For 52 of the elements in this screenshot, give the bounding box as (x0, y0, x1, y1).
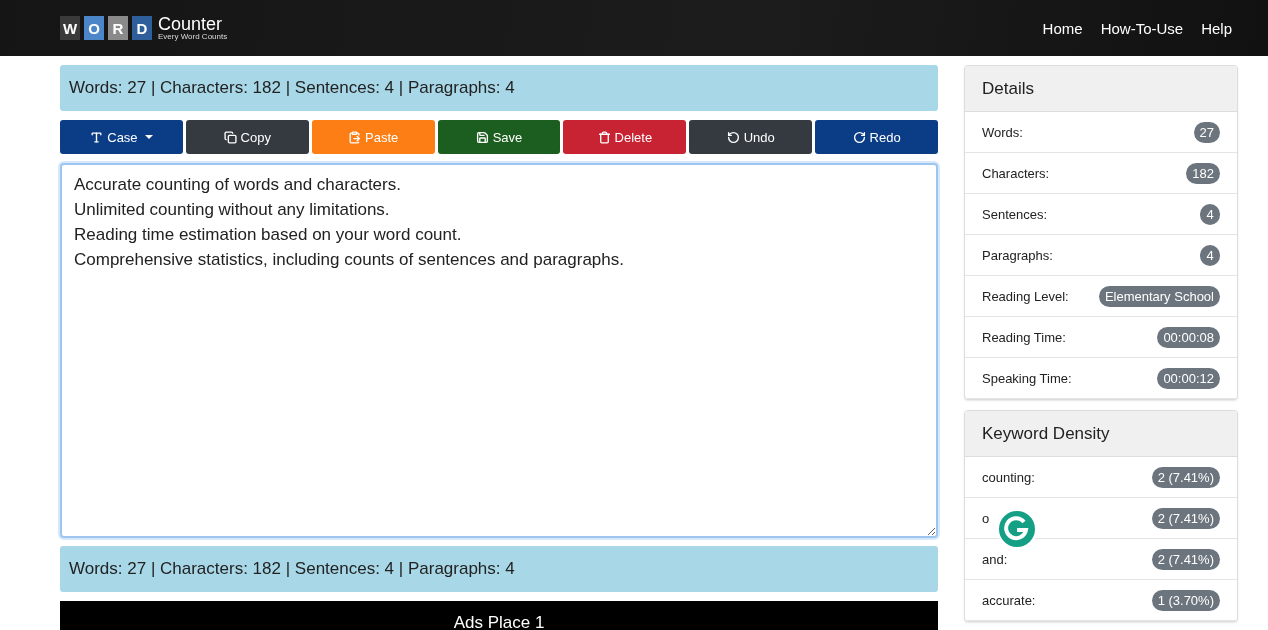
detail-label: Characters: (982, 165, 1050, 181)
redo-button[interactable]: Redo (815, 120, 938, 154)
undo-icon (726, 130, 740, 144)
copy-button[interactable]: Copy (185, 120, 309, 154)
detail-value: 00:00:12 (1157, 367, 1220, 389)
card-title: Keyword Density (965, 411, 1237, 457)
card-title: Details (965, 66, 1237, 112)
detail-value: 4 (1200, 244, 1220, 266)
delete-icon (597, 130, 611, 144)
detail-label: Speaking Time: (982, 370, 1072, 386)
detail-value: 182 (1186, 162, 1220, 184)
keyword-label: and: (982, 551, 1008, 567)
detail-label: Sentences: (982, 206, 1048, 222)
nav-link[interactable]: How-To-Use (1100, 19, 1184, 37)
case-icon (90, 130, 104, 144)
redo-icon (852, 130, 866, 144)
caret-icon (144, 135, 153, 139)
logo-letter: D (132, 16, 152, 40)
logo-letter: R (108, 16, 128, 40)
save-button[interactable]: Save (437, 120, 561, 154)
logo-letter: O (84, 16, 104, 40)
detail-value: 00:00:08 (1157, 326, 1220, 348)
nav-link[interactable]: Help (1201, 19, 1232, 37)
save-icon (475, 130, 489, 144)
paste-icon (348, 130, 361, 144)
detail-label: Reading Level: (982, 288, 1069, 304)
stats-bar: Words: 27 | Characters: 182 | Sentences: 4 | Paragraphs: 4 (60, 65, 938, 111)
detail-label: Words: (982, 124, 1023, 140)
keyword-value: 2 (7.41%) (1151, 466, 1220, 488)
ad-banner: Ads Place 1 (60, 601, 938, 630)
nav-link[interactable]: Home (1042, 19, 1083, 37)
logo-tagline: Every Word Counts (158, 33, 228, 41)
logo-letter: W (60, 16, 80, 40)
keyword-label: o (982, 510, 990, 526)
floating-badge-icon[interactable] (997, 510, 1037, 550)
keyword-label: counting: (982, 469, 1035, 485)
stats-bar: Words: 27 | Characters: 182 | Sentences: 4 | Paragraphs: 4 (60, 546, 938, 592)
keyword-label: accurate: (982, 592, 1036, 608)
copy-icon (223, 130, 237, 144)
detail-value: 4 (1200, 203, 1220, 225)
case-button[interactable]: Case (60, 120, 183, 154)
delete-button[interactable]: Delete (563, 120, 687, 154)
text-editor[interactable]: Accurate counting of words and characters. Unlimited counting without any limitations. Reading time estimation based on your word count. Comprehensive statistics, including counts of sentences and paragraphs. (60, 163, 938, 538)
detail-value: 27 (1193, 121, 1220, 143)
detail-value: Elementary School (1098, 285, 1220, 307)
keyword-value: 1 (3.70%) (1151, 589, 1220, 611)
logo-name: Counter (158, 15, 224, 33)
detail-label: Paragraphs: (982, 247, 1053, 263)
undo-button[interactable]: Undo (689, 120, 813, 154)
detail-label: Reading Time: (982, 329, 1066, 345)
keyword-value: 2 (7.41%) (1151, 548, 1220, 570)
keyword-value: 2 (7.41%) (1151, 507, 1220, 529)
